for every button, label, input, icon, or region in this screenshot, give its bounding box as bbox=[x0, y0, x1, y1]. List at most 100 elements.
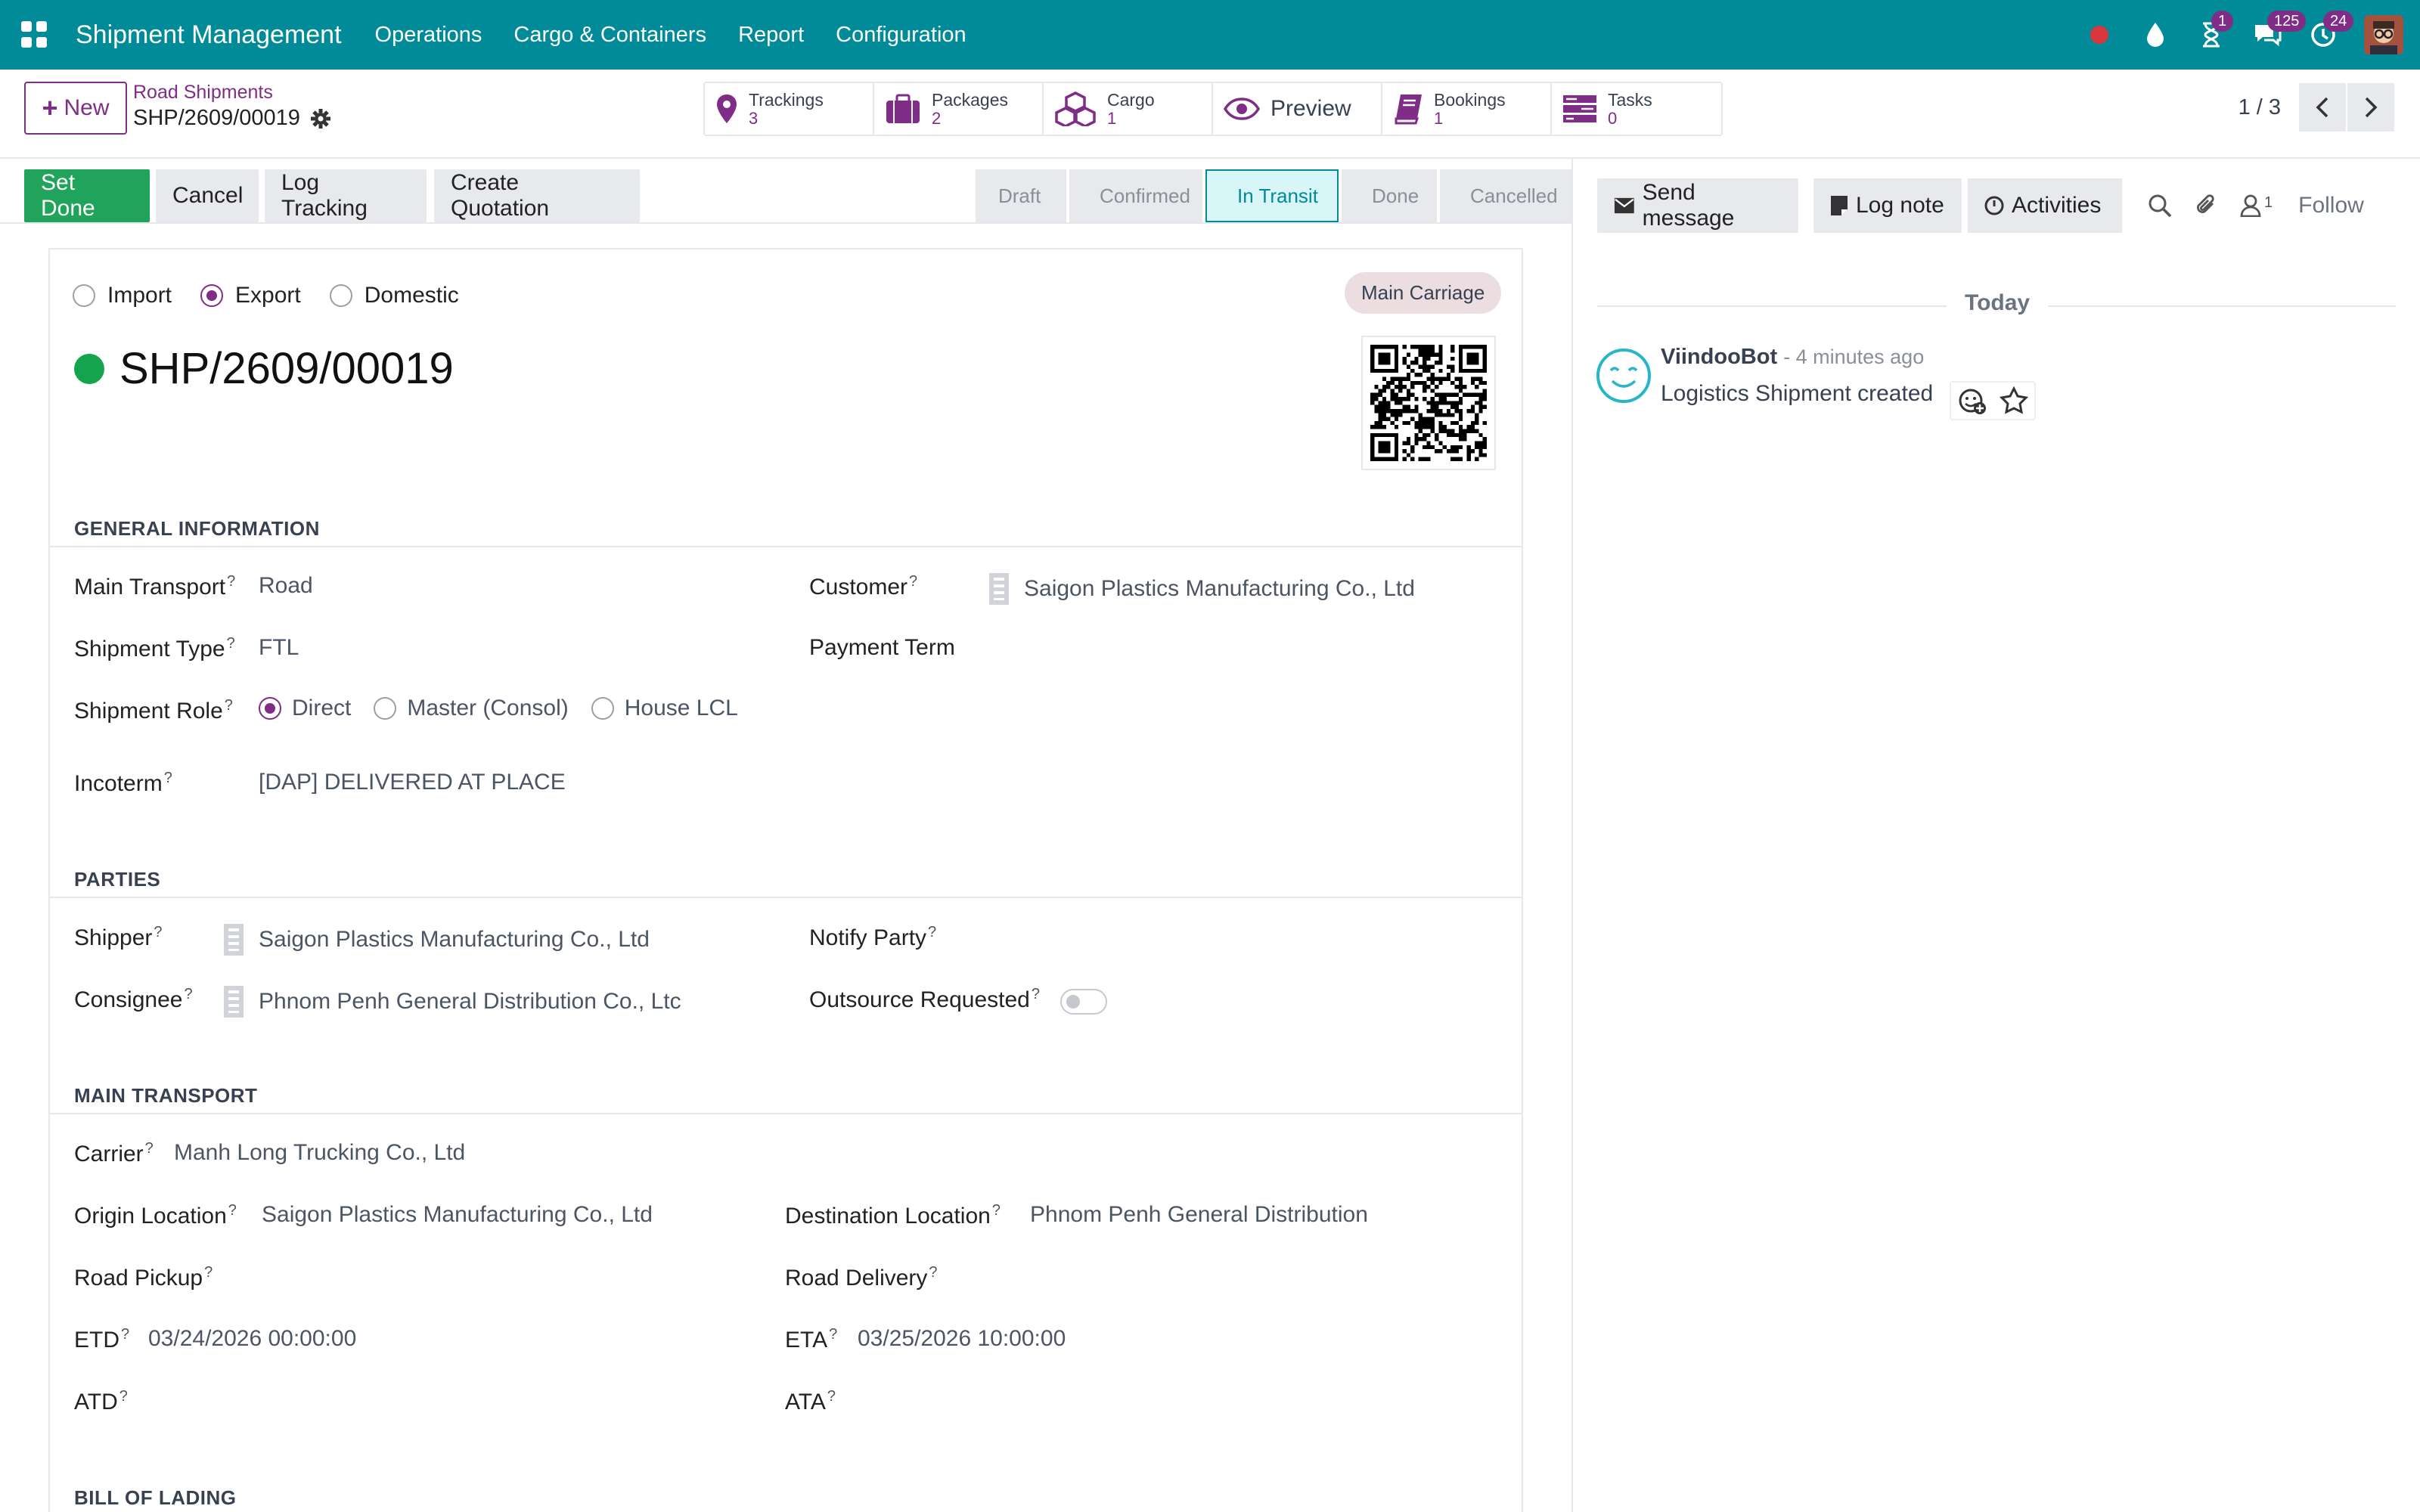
menu-cargo-containers[interactable]: Cargo & Containers bbox=[513, 23, 706, 48]
outsource-requested-toggle[interactable] bbox=[1060, 989, 1107, 1015]
activities-badge: 1 bbox=[2211, 11, 2234, 32]
section-separator bbox=[50, 897, 1522, 898]
follow-button[interactable]: Follow bbox=[2298, 193, 2364, 218]
trackings-smart-button[interactable]: Trackings 3 bbox=[705, 83, 874, 135]
road-pickup-field[interactable] bbox=[262, 1259, 731, 1293]
new-button[interactable]: + New bbox=[24, 82, 127, 135]
create-quotation-button[interactable]: Create Quotation bbox=[434, 169, 640, 222]
bookings-smart-button[interactable]: Bookings 1 bbox=[1382, 83, 1552, 135]
pager: 1 / 3 bbox=[2238, 83, 2394, 132]
stage-cancelled[interactable]: Cancelled bbox=[1440, 169, 1573, 222]
tasks-smart-button[interactable]: Tasks 0 bbox=[1552, 83, 1721, 135]
shipment-role-label: Shipment Role? bbox=[74, 697, 233, 723]
etd-label: ETD? bbox=[74, 1326, 130, 1352]
pager-previous-button[interactable] bbox=[2297, 83, 2346, 132]
radio-domestic[interactable] bbox=[329, 284, 352, 307]
customer-value: Saigon Plastics Manufacturing Co., Ltd bbox=[1024, 576, 1415, 601]
smart-label: Bookings bbox=[1434, 90, 1506, 110]
pager-value[interactable]: 1 / 3 bbox=[2238, 95, 2281, 120]
stage-draft[interactable]: Draft bbox=[976, 169, 1066, 222]
book-icon bbox=[1395, 94, 1422, 125]
bot-avatar[interactable] bbox=[1596, 348, 1652, 404]
preview-smart-button[interactable]: Preview bbox=[1213, 83, 1382, 135]
customer-field[interactable]: Saigon Plastics Manufacturing Co., Ltd bbox=[989, 573, 1415, 605]
message-author[interactable]: ViindooBot bbox=[1661, 345, 1777, 370]
payment-term-field[interactable] bbox=[989, 631, 1488, 664]
message-body: Logistics Shipment created bbox=[1661, 381, 1934, 406]
carrier-field[interactable]: Manh Long Trucking Co., Ltd bbox=[174, 1140, 465, 1166]
log-tracking-button[interactable]: Log Tracking bbox=[265, 169, 427, 222]
cubes-icon bbox=[1055, 91, 1096, 126]
etd-field[interactable]: 03/24/2026 00:00:00 bbox=[148, 1326, 356, 1352]
cancel-button[interactable]: Cancel bbox=[156, 169, 259, 222]
road-delivery-label: Road Delivery? bbox=[785, 1264, 938, 1290]
chatter-divider bbox=[1571, 159, 1573, 1512]
activities-label: Activities bbox=[2012, 193, 2102, 218]
app-title[interactable]: Shipment Management bbox=[76, 20, 342, 50]
main-transport-field[interactable]: Road bbox=[259, 573, 313, 599]
stage-done[interactable]: Done bbox=[1342, 169, 1437, 222]
incoterm-field[interactable]: [DAP] DELIVERED AT PLACE bbox=[259, 770, 566, 795]
ata-field[interactable] bbox=[858, 1383, 1485, 1417]
gear-icon[interactable] bbox=[310, 108, 330, 129]
updates-icon[interactable]: 24 bbox=[2308, 11, 2354, 50]
shipment-type-field[interactable]: FTL bbox=[259, 635, 299, 661]
smart-label: Tasks bbox=[1608, 90, 1652, 110]
activities-icon[interactable]: 1 bbox=[2196, 11, 2234, 50]
destination-location-field[interactable]: Phnom Penh General Distribution bbox=[1030, 1202, 1368, 1228]
menu-report[interactable]: Report bbox=[738, 23, 804, 48]
stage-confirmed[interactable]: Confirmed bbox=[1069, 169, 1202, 222]
main-transport-label: Main Transport? bbox=[74, 573, 236, 600]
shipper-field[interactable]: Saigon Plastics Manufacturing Co., Ltd bbox=[224, 924, 650, 956]
ata-label: ATA? bbox=[785, 1388, 836, 1414]
messages-icon[interactable]: 125 bbox=[2252, 11, 2307, 50]
set-done-button[interactable]: Set Done bbox=[24, 169, 150, 222]
consignee-field[interactable]: Phnom Penh General Distribution Co., Ltc bbox=[224, 986, 731, 1018]
user-icon bbox=[2240, 194, 2261, 217]
notify-party-field[interactable] bbox=[1018, 919, 1487, 953]
suitcase-icon bbox=[886, 94, 920, 123]
stage-in-transit[interactable]: In Transit bbox=[1205, 169, 1339, 222]
road-delivery-field[interactable] bbox=[988, 1259, 1487, 1293]
company-icon bbox=[224, 986, 244, 1018]
send-message-button[interactable]: Send message bbox=[1597, 178, 1798, 233]
log-note-label: Log note bbox=[1856, 193, 1944, 218]
packages-smart-button[interactable]: Packages 2 bbox=[874, 83, 1044, 135]
updates-badge: 24 bbox=[2323, 11, 2354, 32]
drop-icon[interactable] bbox=[2140, 20, 2170, 50]
form-statusbar: Set Done Cancel Log Tracking Create Quot… bbox=[0, 168, 1573, 224]
paperclip-icon[interactable] bbox=[2195, 193, 2217, 218]
pager-next-button[interactable] bbox=[2346, 83, 2394, 132]
atd-field[interactable] bbox=[148, 1383, 723, 1417]
log-note-button[interactable]: Log note bbox=[1813, 178, 1962, 233]
section-bill-of-lading: BILL OF LADING bbox=[74, 1486, 237, 1509]
outsource-requested-label: Outsource Requested? bbox=[809, 986, 1040, 1012]
radio-import[interactable] bbox=[73, 284, 95, 307]
radio-master-consol[interactable] bbox=[374, 697, 397, 720]
day-separator-label: Today bbox=[1965, 290, 2031, 315]
followers-count: 1 bbox=[2264, 194, 2273, 211]
eta-field[interactable]: 03/25/2026 10:00:00 bbox=[858, 1326, 1066, 1352]
radio-house-lcl[interactable] bbox=[591, 697, 614, 720]
user-avatar[interactable] bbox=[2364, 15, 2403, 54]
recording-indicator[interactable] bbox=[2084, 20, 2114, 50]
origin-location-field[interactable]: Saigon Plastics Manufacturing Co., Ltd bbox=[262, 1202, 653, 1228]
activities-button[interactable]: Activities bbox=[1968, 178, 2122, 233]
cargo-smart-button[interactable]: Cargo 1 bbox=[1044, 83, 1213, 135]
followers-button[interactable]: 1 bbox=[2240, 194, 2273, 217]
radio-export[interactable] bbox=[200, 284, 224, 307]
stage-tag: Main Carriage bbox=[1345, 272, 1502, 314]
record-title: SHP/2609/00019 bbox=[74, 343, 454, 394]
apps-menu-icon[interactable] bbox=[21, 21, 48, 48]
star-icon[interactable] bbox=[2000, 386, 2028, 415]
add-reaction-icon[interactable] bbox=[1957, 386, 1987, 416]
menu-configuration[interactable]: Configuration bbox=[836, 23, 966, 48]
messages-badge: 125 bbox=[2267, 11, 2307, 32]
search-icon[interactable] bbox=[2148, 194, 2172, 218]
message-time: - 4 minutes ago bbox=[1783, 345, 1925, 368]
menu-operations[interactable]: Operations bbox=[375, 23, 482, 48]
breadcrumb-parent[interactable]: Road Shipments bbox=[133, 82, 273, 104]
shipment-type-label: Shipment Type? bbox=[74, 635, 235, 662]
eye-icon bbox=[1224, 98, 1260, 120]
radio-direct[interactable] bbox=[259, 697, 281, 720]
